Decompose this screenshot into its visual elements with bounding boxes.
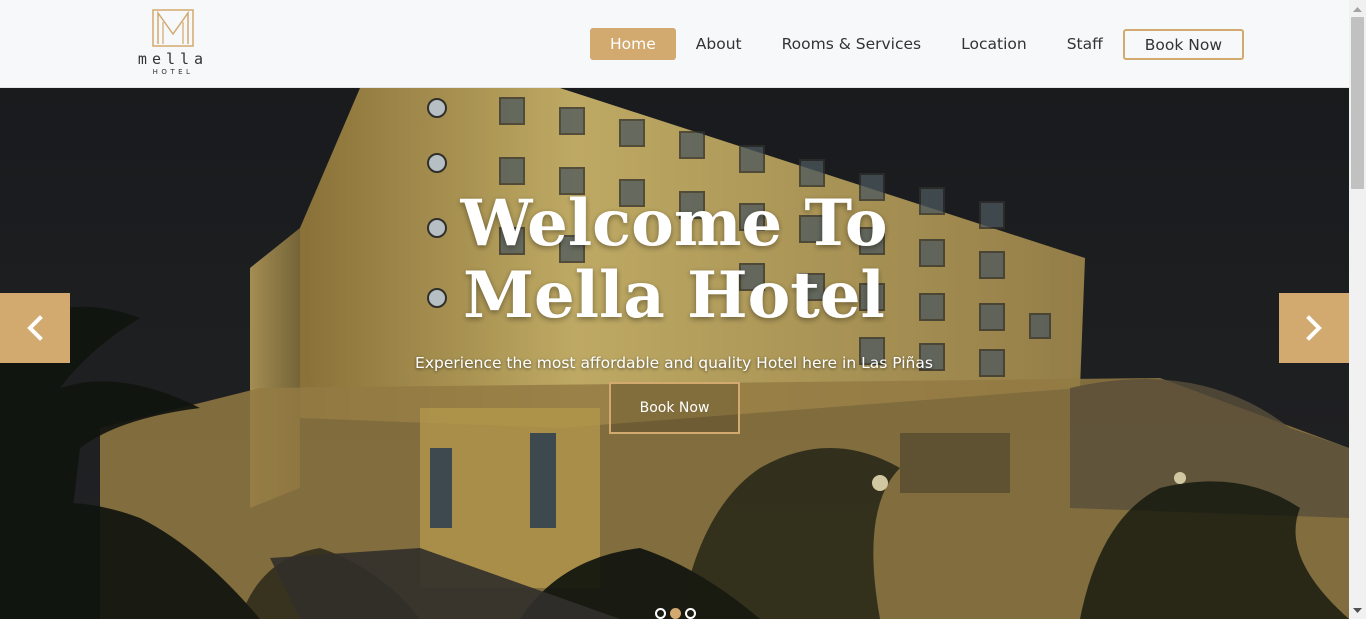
nav-location[interactable]: Location	[941, 28, 1047, 60]
chevron-right-icon	[1306, 315, 1322, 341]
carousel-indicators	[655, 608, 696, 619]
carousel-prev-button[interactable]	[0, 293, 70, 363]
nav-rooms-services[interactable]: Rooms & Services	[762, 28, 942, 60]
hero-carousel: Welcome To Mella Hotel Experience the mo…	[0, 88, 1349, 619]
hero-subtitle: Experience the most affordable and quali…	[415, 354, 933, 372]
navbar: mella HOTEL Home About Rooms & Services …	[0, 0, 1349, 88]
carousel-next-button[interactable]	[1279, 293, 1349, 363]
scroll-up-icon[interactable]	[1349, 0, 1366, 17]
carousel-dot-1[interactable]	[655, 608, 666, 619]
logo-wordmark: mella	[137, 50, 209, 68]
nav-about[interactable]: About	[676, 28, 762, 60]
brand-logo[interactable]: mella HOTEL	[128, 8, 218, 80]
hero-title-line-2: Mella Hotel	[463, 258, 885, 333]
chevron-left-icon	[27, 315, 43, 341]
scrollbar-thumb[interactable]	[1351, 17, 1364, 189]
logo-subtitle: HOTEL	[152, 68, 194, 76]
main-nav: Home About Rooms & Services Location Sta…	[590, 28, 1245, 60]
hero-book-now-button[interactable]: Book Now	[609, 382, 740, 434]
hero-title-line-1: Welcome To	[460, 186, 888, 261]
nav-staff[interactable]: Staff	[1047, 28, 1123, 60]
carousel-dot-2[interactable]	[670, 608, 681, 619]
carousel-dot-3[interactable]	[685, 608, 696, 619]
page-scrollbar[interactable]	[1349, 0, 1366, 619]
scroll-down-icon[interactable]	[1349, 602, 1366, 619]
nav-home[interactable]: Home	[590, 28, 676, 60]
hero-title: Welcome To Mella Hotel	[374, 188, 974, 332]
nav-book-now-button[interactable]: Book Now	[1122, 28, 1245, 60]
logo-mark-icon	[152, 9, 194, 47]
